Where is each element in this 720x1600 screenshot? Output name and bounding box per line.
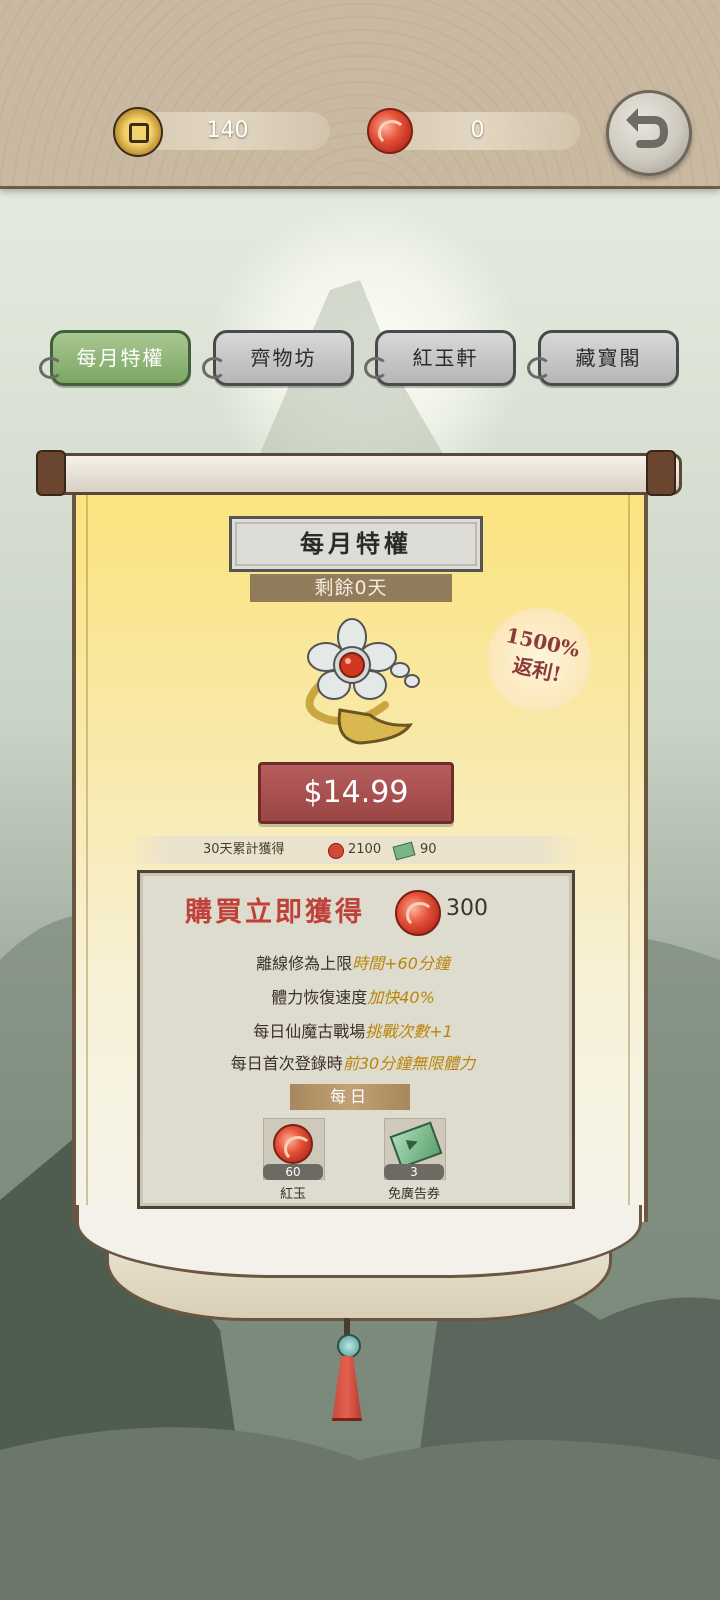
coin-icon: [113, 107, 163, 157]
perk-highlight: 時間+60分鐘: [352, 954, 450, 973]
reward-count: 60: [263, 1164, 323, 1180]
instant-reward-title: 購買立即獲得: [185, 897, 365, 928]
perk-highlight: 前30分鐘無限體力: [342, 1054, 476, 1073]
tab-label: 藏寶閣: [575, 346, 642, 370]
perk-text: 每日首次登錄時: [230, 1054, 343, 1073]
accumulated-label: 30天累計獲得: [203, 842, 285, 857]
red-jade-icon: [395, 890, 441, 936]
perk-text: 離線修為上限: [256, 954, 353, 973]
perk-text: 體力恢復速度: [271, 988, 368, 1007]
tab-treasure-hall[interactable]: 藏寶閣: [527, 330, 679, 386]
scroll-rod-cap-left: [36, 450, 66, 496]
remaining-days: 剩餘0天: [250, 574, 452, 602]
perk-line: 體力恢復速度加快40%: [137, 984, 569, 1008]
swirl-ornament: [202, 357, 226, 379]
scroll-bottom-curl: [76, 1205, 642, 1278]
perk-text: 每日仙魔古戰場: [253, 1022, 366, 1041]
perk-line: 離線修為上限時間+60分鐘: [137, 950, 569, 974]
back-button[interactable]: [606, 90, 692, 176]
tab-monthly-privilege[interactable]: 每月特權: [39, 330, 191, 386]
tab-label: 每月特權: [76, 346, 165, 370]
accumulated-rewards: 30天累計獲得 2100 90: [128, 836, 580, 864]
instant-reward-amount: 300: [446, 896, 488, 921]
reward-name: 紅玉: [279, 1187, 306, 1202]
tab-label: 紅玉軒: [412, 346, 479, 370]
swirl-ornament: [39, 357, 63, 379]
accumulated-jade: 2100: [348, 842, 382, 857]
jade-pendant-icon: [305, 618, 420, 745]
red-jade-icon: [328, 843, 344, 859]
reward-name: 免廣告券: [387, 1187, 440, 1202]
red-jade-icon: [273, 1124, 313, 1164]
perk-highlight: 加快40%: [367, 988, 435, 1007]
ad-free-ticket-icon: [392, 841, 416, 861]
perk-highlight: 挑戰次數+1: [365, 1022, 453, 1041]
perk-line: 每日首次登錄時前30分鐘無限體力: [137, 1050, 569, 1074]
red-jade-icon: [367, 108, 413, 154]
purchase-price-button[interactable]: $14.99: [258, 762, 454, 824]
jade-bead-icon: [337, 1334, 361, 1358]
swirl-ornament: [364, 357, 388, 379]
tab-label: 齊物坊: [250, 346, 317, 370]
reward-count: 3: [384, 1164, 444, 1180]
perk-line: 每日仙魔古戰場挑戰次數+1: [137, 1018, 569, 1042]
scroll-rod: [40, 453, 682, 495]
daily-label: 每日: [290, 1084, 410, 1110]
panel-title: 每月特權: [229, 516, 483, 572]
accumulated-tickets: 90: [420, 842, 437, 857]
return-arrow-icon: [626, 108, 669, 148]
swirl-ornament: [527, 357, 551, 379]
tab-red-jade-pavilion[interactable]: 紅玉軒: [364, 330, 516, 386]
tab-qiwu-shop[interactable]: 齊物坊: [202, 330, 354, 386]
scroll-rod-cap-right: [646, 450, 676, 496]
